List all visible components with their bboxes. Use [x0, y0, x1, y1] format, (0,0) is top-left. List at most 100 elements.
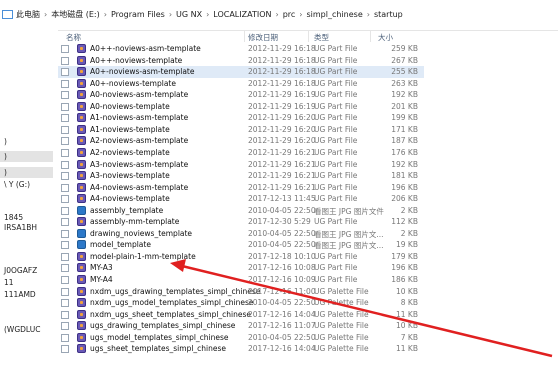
row-checkbox[interactable]	[61, 125, 69, 134]
row-checkbox[interactable]	[61, 276, 69, 284]
row-checkbox[interactable]	[61, 252, 69, 261]
file-row[interactable]: ugs_drawing_templates_simpl_chinese 2017-…	[58, 320, 424, 332]
row-checkbox[interactable]	[61, 45, 69, 53]
breadcrumb-item[interactable]: UG NX	[176, 10, 202, 19]
file-row[interactable]: A2-noviews-asm-template 2012-11-29 16:20 U…	[58, 135, 424, 147]
file-row[interactable]: A4-noviews-template 2017-12-13 11:45 UG Pa…	[58, 193, 424, 205]
nav-item[interactable]: 1845	[4, 213, 23, 222]
row-checkbox[interactable]	[61, 333, 69, 342]
column-divider[interactable]	[370, 30, 371, 42]
breadcrumb-item[interactable]: 此电脑	[16, 9, 40, 20]
row-checkbox[interactable]	[61, 264, 69, 273]
file-row[interactable]: A1-noviews-asm-template 2012-11-29 16:20 U…	[58, 112, 424, 124]
row-checkbox[interactable]	[61, 91, 69, 100]
file-type: UG Part File	[314, 217, 358, 227]
file-row[interactable]: nxdm_ugs_model_templates_simpl_chinese 20…	[58, 297, 424, 309]
row-checkbox[interactable]	[61, 299, 69, 308]
ug-part-file-icon	[77, 159, 86, 169]
row-checkbox[interactable]	[61, 322, 69, 331]
row-checkbox[interactable]	[61, 172, 69, 181]
row-checkbox[interactable]	[61, 218, 69, 227]
row-checkbox[interactable]	[61, 79, 69, 88]
file-size: 19 KB	[396, 240, 418, 250]
row-checkbox[interactable]	[61, 287, 69, 296]
file-row[interactable]: A3-noviews-template 2012-11-29 16:21 UG Pa…	[58, 170, 424, 182]
row-checkbox[interactable]	[61, 160, 69, 169]
chevron-right-icon[interactable]: ›	[367, 10, 370, 19]
nav-item[interactable]: \ Y (G:)	[4, 180, 30, 189]
row-checkbox[interactable]	[61, 56, 69, 65]
column-date[interactable]: 修改日期	[248, 32, 278, 43]
row-checkbox[interactable]	[61, 345, 69, 354]
ug-part-file-icon	[77, 263, 86, 273]
file-row[interactable]: A3-noviews-asm-template 2012-11-29 16:21 U…	[58, 159, 424, 171]
file-date: 2017-12-13 11:45	[248, 194, 316, 204]
column-type[interactable]: 类型	[314, 32, 329, 43]
row-checkbox[interactable]	[61, 102, 69, 111]
file-row[interactable]: ugs_model_templates_simpl_chinese 2010-04…	[58, 332, 424, 344]
file-row[interactable]: assembly_template 2010-04-05 22:50 看图王 JPG…	[58, 205, 424, 217]
nav-item[interactable]: IRSA1BH	[4, 223, 37, 232]
file-row[interactable]: A0++-noviews-asm-template 2012-11-29 16:1…	[58, 43, 424, 55]
file-row[interactable]: A4-noviews-asm-template 2012-11-29 16:21 U…	[58, 182, 424, 194]
file-row[interactable]: MY-A3 2017-12-16 10:08 UG Part File 196 KB	[58, 262, 424, 274]
breadcrumb-item[interactable]: 本地磁盘 (E:)	[51, 9, 100, 20]
file-row[interactable]: A0++-noviews-template 2012-11-29 16:18 UG …	[58, 55, 424, 67]
file-row[interactable]: model-plain-1-mm-template 2017-12-18 10:1…	[58, 251, 424, 263]
jpg-file-icon	[77, 228, 86, 238]
nav-item[interactable]: )	[4, 152, 7, 161]
chevron-right-icon[interactable]: ›	[275, 10, 278, 19]
file-row[interactable]: A0+-noviews-template 2012-11-29 16:18 UG P…	[58, 78, 424, 90]
chevron-right-icon[interactable]: ›	[169, 10, 172, 19]
file-date: 2012-11-29 16:20	[248, 124, 316, 134]
row-checkbox[interactable]	[61, 148, 69, 157]
row-checkbox[interactable]	[61, 68, 69, 77]
file-date: 2017-12-16 11:07	[248, 321, 316, 331]
file-row[interactable]: A0-noviews-template 2012-11-29 16:19 UG Pa…	[58, 101, 424, 113]
breadcrumb-item[interactable]: startup	[374, 10, 403, 19]
row-checkbox[interactable]	[61, 206, 69, 215]
file-row[interactable]: assembly-mm-template 2017-12-30 5:29 UG Pa…	[58, 216, 424, 228]
file-name: model_template	[90, 240, 151, 250]
file-row[interactable]: A0+-noviews-asm-template 2012-11-29 16:18…	[58, 66, 424, 78]
file-row[interactable]: drawing_noviews_template 2010-04-05 22:50…	[58, 228, 424, 240]
nav-item[interactable]: )	[4, 137, 7, 146]
row-checkbox[interactable]	[61, 241, 69, 250]
column-size[interactable]: 大小	[378, 32, 393, 43]
chevron-right-icon[interactable]: ›	[299, 10, 302, 19]
row-checkbox[interactable]	[61, 114, 69, 123]
nav-item[interactable]: 11	[4, 278, 14, 287]
breadcrumb-item[interactable]: prc	[283, 10, 296, 19]
nav-item[interactable]: )	[4, 168, 7, 177]
file-row[interactable]: MY-A4 2017-12-16 10:09 UG Part File 186 KB	[58, 274, 424, 286]
file-row[interactable]: nxdm_ugs_drawing_templates_simpl_chinese…	[58, 286, 424, 298]
file-date: 2012-11-29 16:18	[248, 67, 316, 77]
nav-item[interactable]: J0OGAFZ	[4, 266, 37, 275]
file-size: 201 KB	[391, 101, 418, 111]
chevron-right-icon[interactable]: ›	[104, 10, 107, 19]
address-bar[interactable]: 此电脑 › 本地磁盘 (E:) › Program Files › UG NX › LOCALI…	[0, 0, 558, 31]
file-type: UG Palette File	[314, 298, 369, 308]
file-row[interactable]: A1-noviews-template 2012-11-29 16:20 UG Pa…	[58, 124, 424, 136]
nav-item[interactable]: 111AMD	[4, 290, 36, 299]
column-divider[interactable]	[244, 30, 245, 42]
nav-item[interactable]: (WGDLUC	[4, 325, 40, 334]
chevron-right-icon[interactable]: ›	[44, 10, 47, 19]
breadcrumb-item[interactable]: Program Files	[111, 10, 165, 19]
breadcrumb-item[interactable]: LOCALIZATION	[213, 10, 271, 19]
row-checkbox[interactable]	[61, 310, 69, 319]
file-type: UG Part File	[314, 124, 358, 134]
chevron-right-icon[interactable]: ›	[206, 10, 209, 19]
file-row[interactable]: model_template 2010-04-05 22:50 看图王 JPG 图片…	[58, 239, 424, 251]
row-checkbox[interactable]	[61, 195, 69, 204]
file-row[interactable]: nxdm_ugs_sheet_templates_simpl_chinese 20…	[58, 309, 424, 321]
column-divider[interactable]	[308, 30, 309, 42]
row-checkbox[interactable]	[61, 229, 69, 238]
column-name[interactable]: 名称	[66, 32, 81, 43]
file-row[interactable]: A0-noviews-asm-template 2012-11-29 16:19 U…	[58, 89, 424, 101]
file-row[interactable]: A2-noviews-template 2012-11-29 16:21 UG Pa…	[58, 147, 424, 159]
row-checkbox[interactable]	[61, 183, 69, 192]
breadcrumb-item[interactable]: simpl_chinese	[306, 10, 362, 19]
file-row[interactable]: ugs_sheet_templates_simpl_chinese 2017-12…	[58, 343, 424, 355]
row-checkbox[interactable]	[61, 137, 69, 146]
